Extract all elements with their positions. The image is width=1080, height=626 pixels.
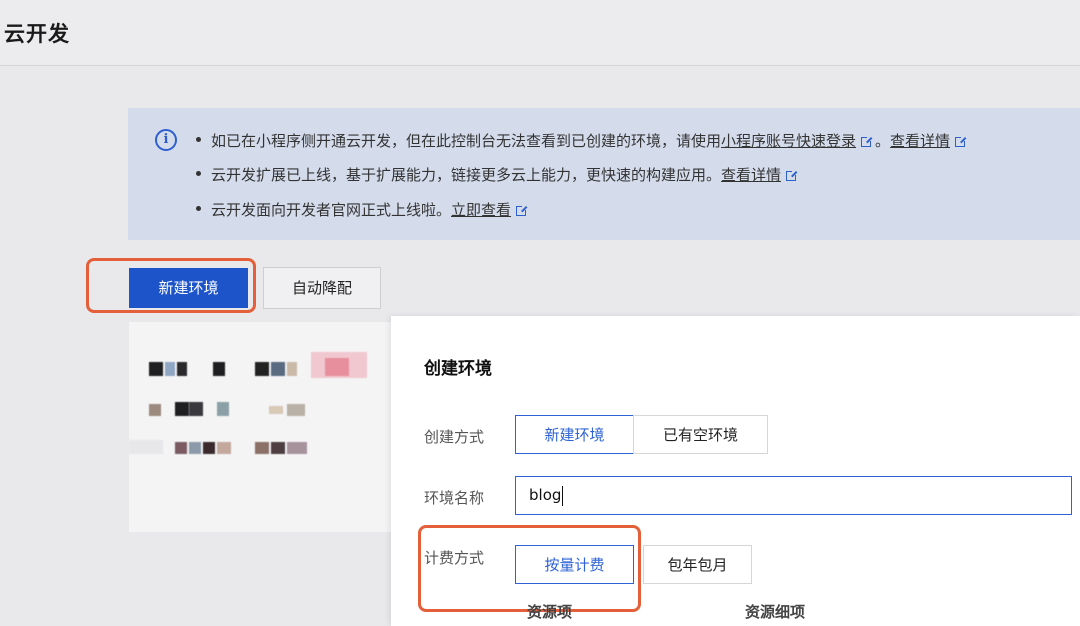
notice-line-3: 云开发面向开发者官网正式上线啦。立即查看 xyxy=(196,199,528,220)
redacted-block xyxy=(203,442,215,454)
redacted-block xyxy=(217,442,231,454)
redacted-block xyxy=(175,442,187,454)
env-card-redacted xyxy=(129,322,391,532)
env-name-label: 环境名称 xyxy=(424,489,485,507)
redacted-block xyxy=(287,404,305,416)
redacted-block xyxy=(189,402,203,416)
dialog-title: 创建环境 xyxy=(424,359,492,379)
redacted-block xyxy=(271,362,285,376)
notice-line-1: 如已在小程序侧开通云开发，但在此控制台无法查看到已创建的环境，请使用小程序账号快… xyxy=(196,130,967,151)
redacted-block xyxy=(129,440,163,454)
quick-login-link[interactable]: 小程序账号快速登录 xyxy=(721,132,856,150)
view-details-link-2[interactable]: 查看详情 xyxy=(721,166,781,184)
redacted-block xyxy=(255,362,269,376)
notice-banner: i 如已在小程序侧开通云开发，但在此控制台无法查看到已创建的环境，请使用小程序账… xyxy=(128,108,1080,240)
bullet-icon xyxy=(196,206,201,211)
annotation-highlight-billing xyxy=(418,525,641,612)
external-link-icon xyxy=(861,136,873,147)
view-details-link-1[interactable]: 查看详情 xyxy=(890,132,950,150)
column-header-resource-detail: 资源细项 xyxy=(745,603,806,621)
info-icon: i xyxy=(155,129,177,151)
redacted-block xyxy=(269,406,283,414)
redacted-block xyxy=(213,362,225,376)
column-header-resource: 资源项 xyxy=(527,603,573,621)
page-title: 云开发 xyxy=(4,22,70,46)
redacted-block xyxy=(149,362,163,376)
redacted-block xyxy=(325,358,349,376)
external-link-icon xyxy=(786,170,798,181)
notice-line-2: 云开发扩展已上线，基于扩展能力，链接更多云上能力，更快速的构建应用。查看详情 xyxy=(196,164,798,185)
env-name-input[interactable]: blog xyxy=(515,476,1072,515)
redacted-block xyxy=(217,402,229,416)
redacted-block xyxy=(287,362,297,376)
external-link-icon xyxy=(516,205,528,216)
redacted-block xyxy=(149,404,161,416)
redacted-block xyxy=(165,362,175,376)
redacted-block xyxy=(177,362,187,376)
auto-downgrade-button[interactable]: 自动降配 xyxy=(263,267,381,309)
redacted-block xyxy=(255,442,269,454)
redacted-block xyxy=(271,442,285,454)
create-method-label: 创建方式 xyxy=(424,428,485,446)
redacted-block xyxy=(189,442,201,454)
create-method-option-existing[interactable]: 已有空环境 xyxy=(633,415,768,454)
redacted-block xyxy=(287,442,307,454)
billing-option-monthly[interactable]: 包年包月 xyxy=(643,545,752,584)
text-caret xyxy=(562,485,564,506)
create-method-option-new[interactable]: 新建环境 xyxy=(515,415,634,454)
top-header: 云开发 xyxy=(0,0,1080,66)
annotation-highlight-new-env xyxy=(86,258,256,313)
create-env-dialog: 创建环境 创建方式 新建环境 已有空环境 环境名称 blog 计费方式 按量计费… xyxy=(391,316,1080,626)
bullet-icon xyxy=(196,171,201,176)
bullet-icon xyxy=(196,137,201,142)
external-link-icon xyxy=(955,136,967,147)
view-now-link[interactable]: 立即查看 xyxy=(451,201,511,219)
redacted-block xyxy=(175,402,189,416)
